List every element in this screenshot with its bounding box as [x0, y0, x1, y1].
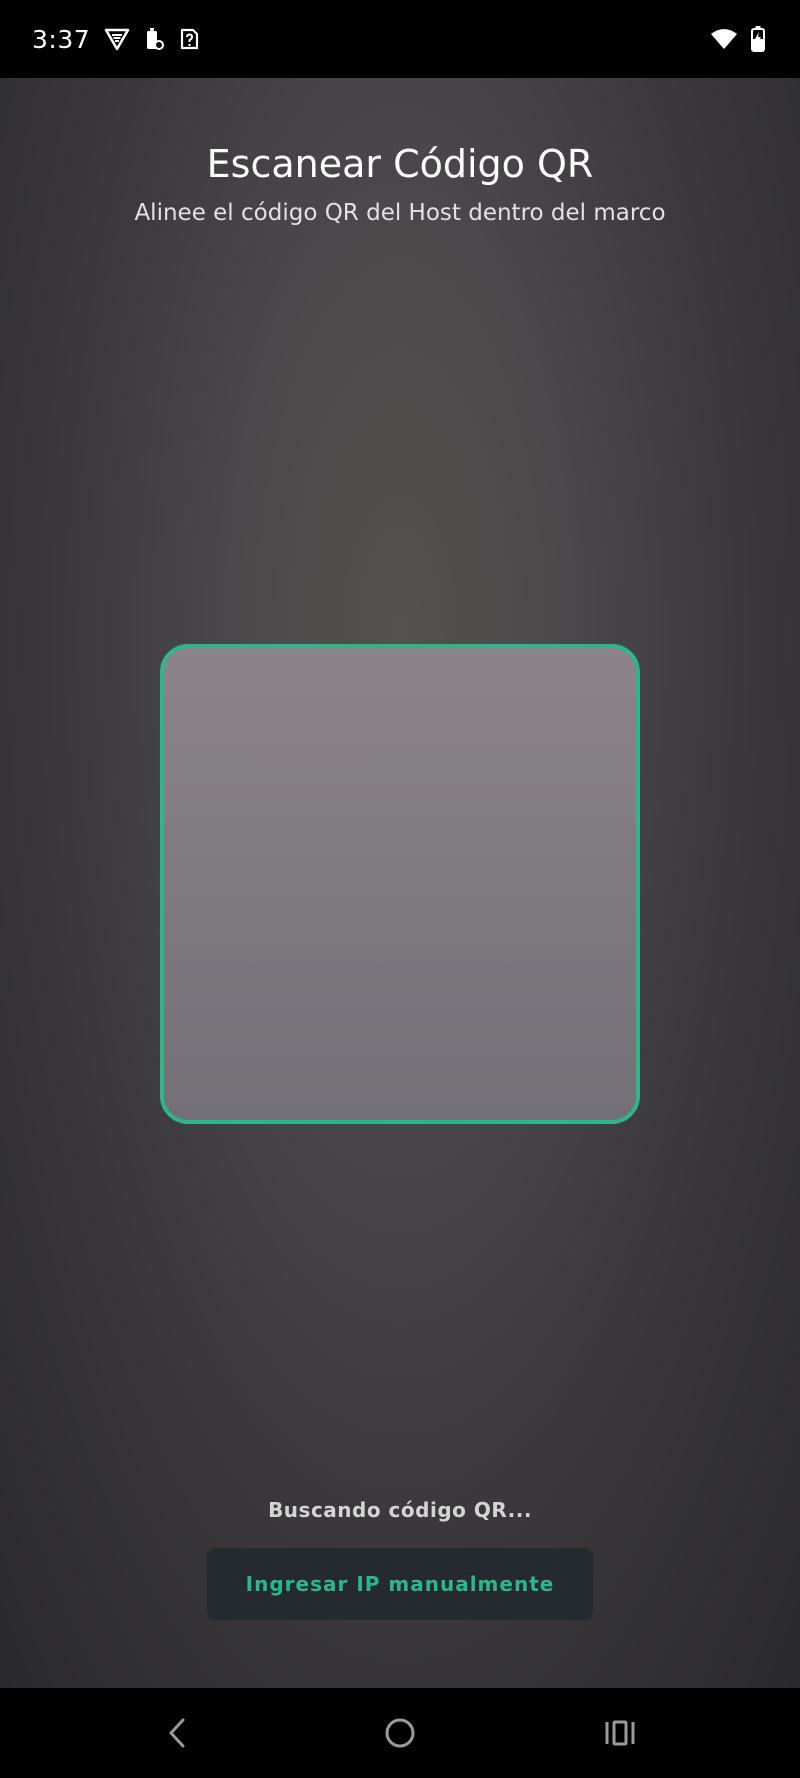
qr-scan-frame — [160, 644, 640, 1124]
status-left-icons — [104, 27, 200, 51]
back-button[interactable] — [151, 1706, 205, 1760]
navigation-bar — [0, 1688, 800, 1778]
wifi-icon — [710, 27, 738, 51]
home-button[interactable] — [373, 1706, 427, 1760]
recents-icon — [605, 1720, 635, 1746]
battery-charging-icon — [750, 25, 768, 53]
recents-button[interactable] — [593, 1706, 647, 1760]
page-subtitle: Alinee el código QR del Host dentro del … — [134, 200, 666, 226]
page-title: Escanear Código QR — [206, 142, 594, 186]
battery-saver-icon — [144, 27, 165, 51]
camera-preview: Escanear Código QR Alinee el código QR d… — [0, 78, 800, 1688]
unknown-sim-icon — [178, 27, 200, 51]
status-time: 3:37 — [32, 24, 91, 54]
home-icon — [385, 1718, 415, 1748]
status-bar: 3:37 — [0, 0, 800, 78]
scan-status-text: Buscando código QR... — [268, 1498, 532, 1522]
back-icon — [169, 1718, 185, 1748]
manual-ip-button[interactable]: Ingresar IP manualmente — [207, 1548, 593, 1620]
vpn-icon — [104, 27, 130, 51]
status-right-icons — [710, 25, 768, 53]
qr-scanner-screen: 3:37 Escanear Código QR Alinee el código… — [0, 0, 800, 1778]
